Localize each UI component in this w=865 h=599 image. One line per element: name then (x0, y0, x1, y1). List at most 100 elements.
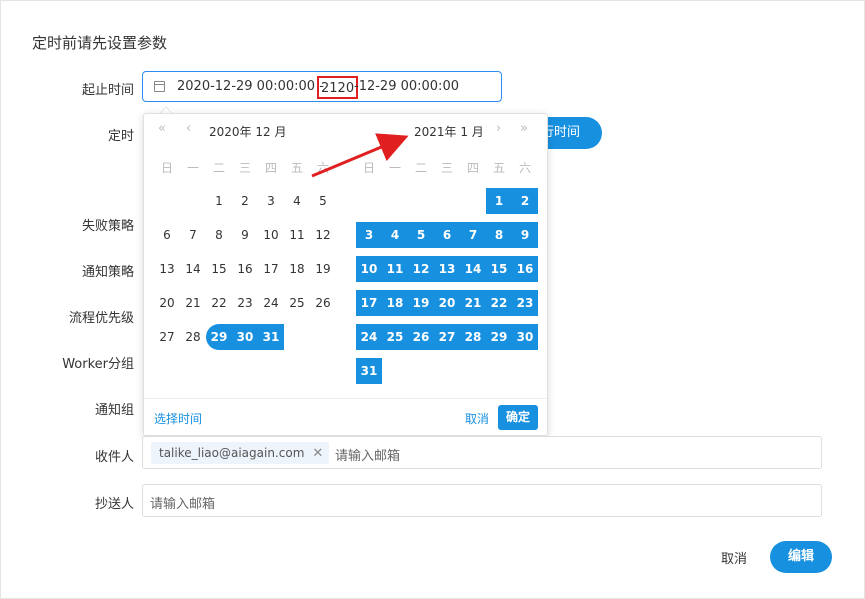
next-month-icon[interactable]: › (496, 121, 501, 136)
left-month-title[interactable]: 2020年 12 月 (209, 123, 286, 140)
left-weekday-4: 四 (264, 161, 277, 175)
right-weekday-2: 二 (414, 161, 427, 175)
right-day-17[interactable]: 17 (356, 290, 382, 316)
right-day-22[interactable]: 22 (486, 290, 512, 316)
right-day-7[interactable]: 7 (460, 222, 486, 248)
calendar-icon (154, 81, 165, 92)
right-day-28[interactable]: 28 (460, 324, 486, 350)
right-day-12[interactable]: 12 (408, 256, 434, 282)
right-day-9[interactable]: 9 (512, 222, 538, 248)
right-day-15[interactable]: 15 (486, 256, 512, 282)
right-day-19[interactable]: 19 (408, 290, 434, 316)
picker-cancel-link[interactable]: 取消 (465, 410, 489, 427)
left-day-31[interactable]: 31 (258, 324, 284, 350)
right-day-4[interactable]: 4 (382, 222, 408, 248)
left-weekday-1: 一 (186, 161, 199, 175)
right-day-1[interactable]: 1 (486, 188, 512, 214)
right-day-3[interactable]: 3 (356, 222, 382, 248)
left-day-21[interactable]: 21 (180, 290, 206, 316)
left-day-2[interactable]: 2 (232, 188, 258, 214)
right-day-18[interactable]: 18 (382, 290, 408, 316)
right-day-30[interactable]: 30 (512, 324, 538, 350)
cc-placeholder: 请输入邮箱 (150, 497, 216, 512)
right-day-25[interactable]: 25 (382, 324, 408, 350)
label-notify: 通知策略 (81, 265, 134, 280)
left-day-7[interactable]: 7 (180, 222, 206, 248)
left-day-23[interactable]: 23 (232, 290, 258, 316)
left-day-16[interactable]: 16 (232, 256, 258, 282)
left-weekday-0: 日 (160, 161, 173, 175)
left-day-14[interactable]: 14 (180, 256, 206, 282)
right-day-8[interactable]: 8 (486, 222, 512, 248)
left-day-30[interactable]: 30 (232, 324, 258, 350)
right-day-16[interactable]: 16 (512, 256, 538, 282)
right-day-27[interactable]: 27 (434, 324, 460, 350)
right-day-20[interactable]: 20 (434, 290, 460, 316)
date-range-input[interactable]: 2020-12-29 00:00:00 - 2120 -12-29 00:00:… (142, 71, 502, 102)
left-day-25[interactable]: 25 (284, 290, 310, 316)
left-day-4[interactable]: 4 (284, 188, 310, 214)
left-day-22[interactable]: 22 (206, 290, 232, 316)
left-day-29[interactable]: 29 (206, 324, 232, 350)
right-day-13[interactable]: 13 (434, 256, 460, 282)
left-day-26[interactable]: 26 (310, 290, 336, 316)
left-day-5[interactable]: 5 (310, 188, 336, 214)
range-start-text: 2020-12-29 00:00:00 - (177, 79, 324, 94)
close-icon[interactable]: ✕ (312, 446, 323, 461)
right-day-21[interactable]: 21 (460, 290, 486, 316)
date-range-picker: « ‹ 2020年 12 月 2021年 1 月 › » 日一二三四五六1234… (143, 113, 548, 436)
edit-button[interactable]: 编辑 (770, 541, 832, 573)
receiver-tag: talike_liao@aiagain.com ✕ (151, 442, 330, 464)
left-day-8[interactable]: 8 (206, 222, 232, 248)
picker-ok-button[interactable]: 确定 (498, 405, 538, 430)
right-day-5[interactable]: 5 (408, 222, 434, 248)
right-day-29[interactable]: 29 (486, 324, 512, 350)
right-day-26[interactable]: 26 (408, 324, 434, 350)
left-day-24[interactable]: 24 (258, 290, 284, 316)
left-day-1[interactable]: 1 (206, 188, 232, 214)
cancel-button[interactable]: 取消 (721, 548, 747, 567)
left-day-9[interactable]: 9 (232, 222, 258, 248)
cc-input[interactable]: 请输入邮箱 (142, 484, 822, 517)
range-highlight-year: 2120 (317, 76, 359, 99)
left-day-6[interactable]: 6 (154, 222, 180, 248)
left-day-28[interactable]: 28 (180, 324, 206, 350)
choose-time-link[interactable]: 选择时间 (154, 410, 202, 427)
right-day-14[interactable]: 14 (460, 256, 486, 282)
right-day-2[interactable]: 2 (512, 188, 538, 214)
right-day-23[interactable]: 23 (512, 290, 538, 316)
left-day-17[interactable]: 17 (258, 256, 284, 282)
right-day-31[interactable]: 31 (356, 358, 382, 384)
right-day-6[interactable]: 6 (434, 222, 460, 248)
right-weekday-4: 四 (466, 161, 479, 175)
left-day-18[interactable]: 18 (284, 256, 310, 282)
left-day-13[interactable]: 13 (154, 256, 180, 282)
right-day-11[interactable]: 11 (382, 256, 408, 282)
left-day-11[interactable]: 11 (284, 222, 310, 248)
left-day-27[interactable]: 27 (154, 324, 180, 350)
prev-month-icon[interactable]: ‹ (186, 121, 191, 136)
schedule-dialog: 定时前请先设置参数 起止时间 定时 失败策略 通知策略 流程优先级 Worker… (0, 0, 865, 599)
prev-year-icon[interactable]: « (158, 121, 166, 136)
right-weekday-1: 一 (388, 161, 401, 175)
left-day-20[interactable]: 20 (154, 290, 180, 316)
left-weekday-5: 五 (290, 161, 303, 175)
right-weekday-6: 六 (518, 161, 531, 175)
label-cron: 定时 (107, 129, 134, 144)
label-worker: Worker分组 (62, 357, 134, 372)
label-notify-group: 通知组 (94, 403, 134, 418)
next-year-icon[interactable]: » (520, 121, 528, 136)
right-weekday-5: 五 (492, 161, 505, 175)
receivers-input[interactable]: talike_liao@aiagain.com ✕ 请输入邮箱 (142, 436, 822, 469)
label-failure: 失败策略 (81, 219, 134, 234)
left-day-12[interactable]: 12 (310, 222, 336, 248)
left-weekday-3: 三 (238, 161, 251, 175)
right-day-10[interactable]: 10 (356, 256, 382, 282)
left-day-10[interactable]: 10 (258, 222, 284, 248)
left-day-15[interactable]: 15 (206, 256, 232, 282)
left-day-19[interactable]: 19 (310, 256, 336, 282)
right-weekday-0: 日 (362, 161, 375, 175)
right-month-title[interactable]: 2021年 1 月 (414, 123, 484, 140)
left-day-3[interactable]: 3 (258, 188, 284, 214)
right-day-24[interactable]: 24 (356, 324, 382, 350)
